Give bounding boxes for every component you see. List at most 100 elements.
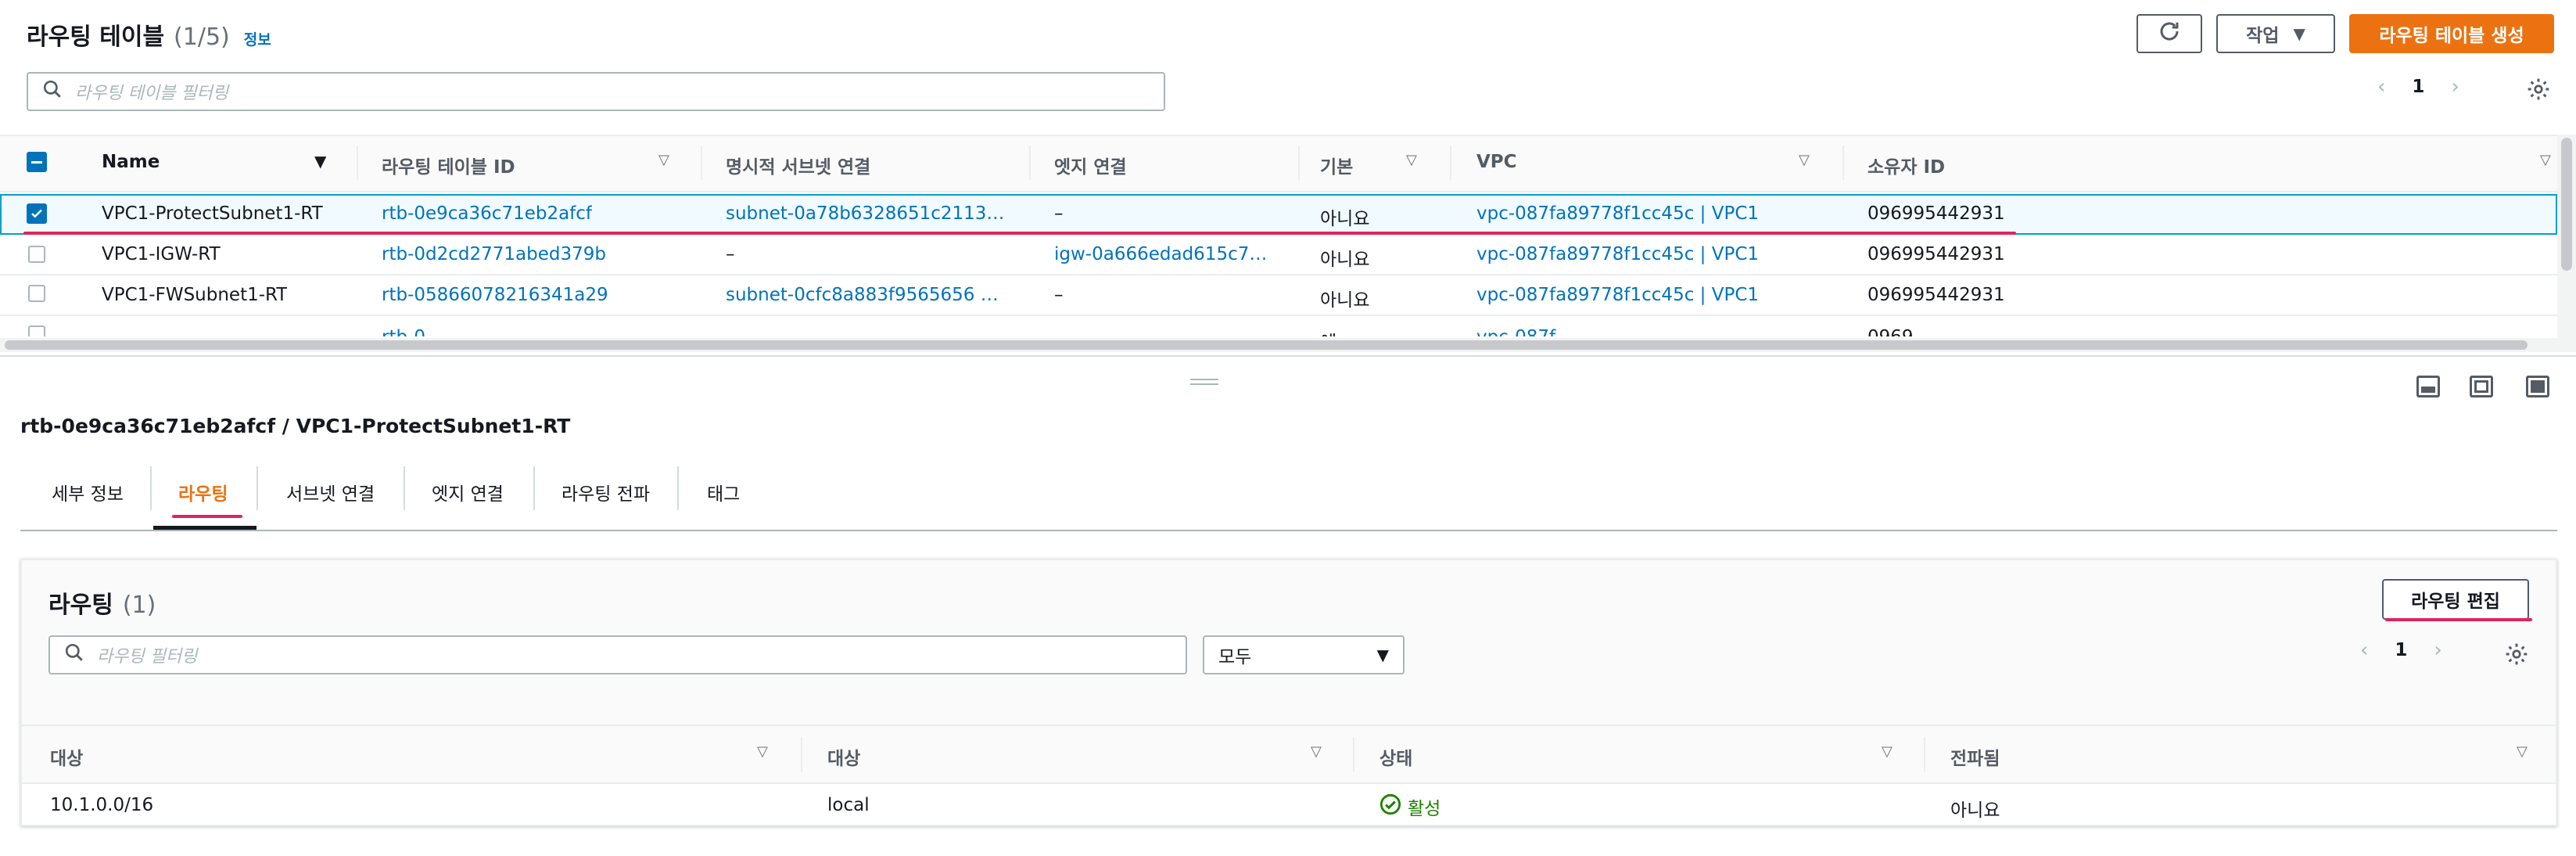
cell-subnet[interactable]: subnet-0a78b6328651c2113… <box>726 203 1007 224</box>
routes-panel-title: 라우팅 <box>48 592 113 619</box>
search-icon <box>42 79 63 104</box>
cell-vpc[interactable]: vpc-087fa89778f1cc45c | VPC1 <box>1476 244 1759 264</box>
sort-active-icon[interactable]: ▼ <box>314 152 326 171</box>
tab-route-propagation[interactable]: 라우팅 전파 <box>561 479 650 505</box>
table-row-clipped[interactable]: rtb-0... 예 vpc-087f... 0969... <box>0 316 2557 336</box>
caret-down-icon: ▼ <box>2293 24 2305 43</box>
cell-edge: – <box>1054 285 1064 305</box>
cell-propagated: 아니요 <box>1950 800 2000 821</box>
top-pagination: ‹ 1 › <box>2377 75 2459 99</box>
settings-gear-icon[interactable] <box>2526 77 2551 106</box>
info-link[interactable]: 정보 <box>244 28 271 49</box>
row-checkbox[interactable] <box>28 285 45 302</box>
cell-edge: – <box>1054 203 1064 224</box>
cell-edge[interactable]: igw-0a666edad615c7… <box>1054 244 1273 264</box>
chevron-right-icon[interactable]: › <box>2451 75 2459 99</box>
cell-vpc[interactable]: vpc-087fa89778f1cc45c | VPC1 <box>1476 203 1759 224</box>
routes-search[interactable]: 라우팅 필터링 <box>48 635 1187 674</box>
cell-main: 예 <box>1320 327 1336 336</box>
cell-main: 아니요 <box>1320 290 1370 311</box>
highlight-underline <box>2385 618 2532 621</box>
routes-table-header-row <box>22 725 2556 784</box>
col-header-target[interactable]: 대상 <box>827 743 860 770</box>
tab-edge-associations[interactable]: 엣지 연결 <box>432 479 504 505</box>
tab-tags[interactable]: 태그 <box>707 479 740 505</box>
col-header-destination[interactable]: 대상 <box>50 743 83 770</box>
row-checkbox[interactable] <box>28 325 45 336</box>
chevron-left-icon[interactable]: ‹ <box>2377 75 2385 99</box>
cell-main: 아니요 <box>1320 250 1370 270</box>
cell-name: VPC1-IGW-RT <box>102 244 221 264</box>
cell-name: VPC1-ProtectSubnet1-RT <box>102 203 323 224</box>
cell-target: local <box>827 795 870 815</box>
tabs-bottom-border <box>20 530 2557 531</box>
col-header-owner[interactable]: 소유자 ID <box>1867 152 1945 178</box>
col-header-id[interactable]: 라우팅 테이블 ID <box>382 152 515 178</box>
routes-pagination: ‹ 1 › <box>2360 638 2442 662</box>
col-header-main[interactable]: 기본 <box>1320 152 1353 178</box>
tab-details[interactable]: 세부 정보 <box>52 479 124 505</box>
sort-icon[interactable]: ▽ <box>2540 152 2551 168</box>
cell-vpc[interactable]: vpc-087f... <box>1476 327 1571 336</box>
settings-gear-icon[interactable] <box>2504 642 2529 671</box>
chevron-right-icon[interactable]: › <box>2434 638 2441 662</box>
cell-route-table-id[interactable]: rtb-0... <box>382 327 443 336</box>
route-table-search[interactable]: 라우팅 테이블 필터링 <box>27 72 1165 111</box>
sort-icon[interactable]: ▽ <box>658 152 669 168</box>
sort-icon[interactable]: ▽ <box>757 743 768 760</box>
caret-down-icon: ▼ <box>1376 646 1389 664</box>
sort-icon[interactable]: ▽ <box>1311 743 1322 760</box>
highlight-underline <box>172 515 242 518</box>
row-checkbox-checked[interactable] <box>27 203 47 224</box>
vertical-scrollbar[interactable] <box>2557 135 2576 352</box>
cell-vpc[interactable]: vpc-087fa89778f1cc45c | VPC1 <box>1476 285 1759 305</box>
search-icon <box>64 642 84 667</box>
routes-filter-select[interactable]: 모두 ▼ <box>1203 635 1405 674</box>
col-header-vpc[interactable]: VPC <box>1476 152 1517 172</box>
col-header-subnet[interactable]: 명시적 서브넷 연결 <box>726 152 870 178</box>
search-placeholder: 라우팅 테이블 필터링 <box>75 84 229 103</box>
edit-routes-button[interactable]: 라우팅 편집 <box>2382 579 2529 620</box>
actions-label: 작업 <box>2246 26 2280 46</box>
col-header-name[interactable]: Name <box>102 152 160 172</box>
sort-icon[interactable]: ▽ <box>1406 152 1417 168</box>
refresh-icon <box>2158 20 2181 48</box>
horizontal-scrollbar[interactable] <box>0 338 2557 352</box>
sort-icon[interactable]: ▽ <box>2517 743 2528 760</box>
tab-subnet-associations[interactable]: 서브넷 연결 <box>286 479 375 505</box>
split-bottom-icon[interactable] <box>2416 376 2440 397</box>
col-header-edge[interactable]: 엣지 연결 <box>1054 152 1127 178</box>
cell-subnet[interactable]: subnet-0cfc8a883f9565656 … <box>726 285 1007 305</box>
page-number[interactable]: 1 <box>2412 77 2424 97</box>
row-checkbox[interactable] <box>28 246 45 263</box>
cell-owner: 0969... <box>1867 327 1930 336</box>
select-all-checkbox[interactable] <box>27 152 47 172</box>
sort-icon[interactable]: ▽ <box>1799 152 1810 168</box>
routes-panel-title-area: 라우팅 (1) <box>48 585 156 620</box>
cell-route-table-id[interactable]: rtb-0e9ca36c71eb2afcf <box>382 203 592 224</box>
cell-destination: 10.1.0.0/16 <box>50 795 154 815</box>
drag-handle[interactable] <box>1190 379 1218 387</box>
search-placeholder: 라우팅 필터링 <box>97 647 198 667</box>
cell-owner: 096995442931 <box>1867 285 2005 305</box>
vertical-scrollbar-thumb[interactable] <box>2561 138 2572 271</box>
cell-route-table-id[interactable]: rtb-0d2cd2771abed379b <box>382 244 606 264</box>
split-side-icon[interactable] <box>2470 376 2493 397</box>
sort-icon[interactable]: ▽ <box>1882 743 1893 760</box>
chevron-left-icon[interactable]: ‹ <box>2360 638 2368 662</box>
tab-routes[interactable]: 라우팅 <box>178 479 228 505</box>
cell-owner: 096995442931 <box>1867 203 2005 224</box>
split-divider <box>0 355 2576 357</box>
page-number[interactable]: 1 <box>2395 640 2407 660</box>
refresh-button[interactable] <box>2137 14 2202 53</box>
cell-main: 아니요 <box>1320 209 1370 229</box>
split-full-icon[interactable] <box>2526 376 2549 397</box>
col-header-propagated[interactable]: 전파됨 <box>1950 743 2000 770</box>
horizontal-scrollbar-thumb[interactable] <box>5 340 2528 350</box>
cell-route-table-id[interactable]: rtb-05866078216341a29 <box>382 285 608 305</box>
create-route-table-button[interactable]: 라우팅 테이블 생성 <box>2349 14 2554 53</box>
actions-dropdown-button[interactable]: 작업 ▼ <box>2216 14 2335 53</box>
table-row[interactable] <box>22 786 2556 825</box>
col-header-status[interactable]: 상태 <box>1379 743 1412 770</box>
page-title: 라우팅 테이블 <box>27 23 165 51</box>
